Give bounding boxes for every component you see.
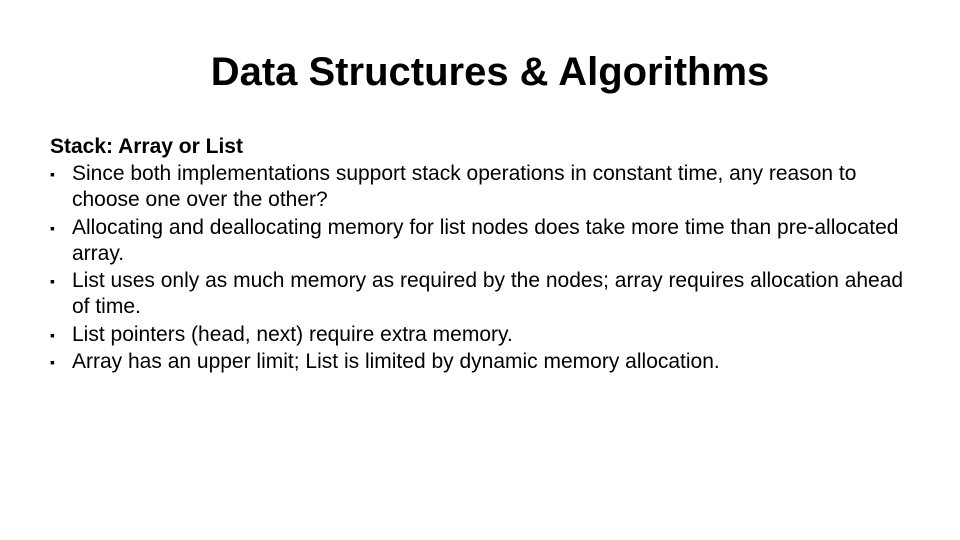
bullet-list: ▪ Since both implementations support sta…	[50, 161, 910, 375]
bullet-text: List uses only as much memory as require…	[72, 268, 910, 321]
slide-title: Data Structures & Algorithms	[70, 50, 910, 95]
bullet-text: List pointers (head, next) require extra…	[72, 322, 910, 348]
bullet-text: Array has an upper limit; List is limite…	[72, 349, 910, 375]
bullet-icon: ▪	[50, 268, 72, 291]
list-item: ▪ Array has an upper limit; List is limi…	[50, 349, 910, 375]
bullet-text: Allocating and deallocating memory for l…	[72, 215, 910, 268]
list-item: ▪ Since both implementations support sta…	[50, 161, 910, 214]
content-subtitle: Stack: Array or List	[50, 135, 910, 159]
bullet-text: Since both implementations support stack…	[72, 161, 910, 214]
list-item: ▪ List uses only as much memory as requi…	[50, 268, 910, 321]
slide-content: Stack: Array or List ▪ Since both implem…	[50, 135, 910, 375]
bullet-icon: ▪	[50, 215, 72, 238]
bullet-icon: ▪	[50, 322, 72, 345]
list-item: ▪ List pointers (head, next) require ext…	[50, 322, 910, 348]
bullet-icon: ▪	[50, 349, 72, 372]
list-item: ▪ Allocating and deallocating memory for…	[50, 215, 910, 268]
bullet-icon: ▪	[50, 161, 72, 184]
